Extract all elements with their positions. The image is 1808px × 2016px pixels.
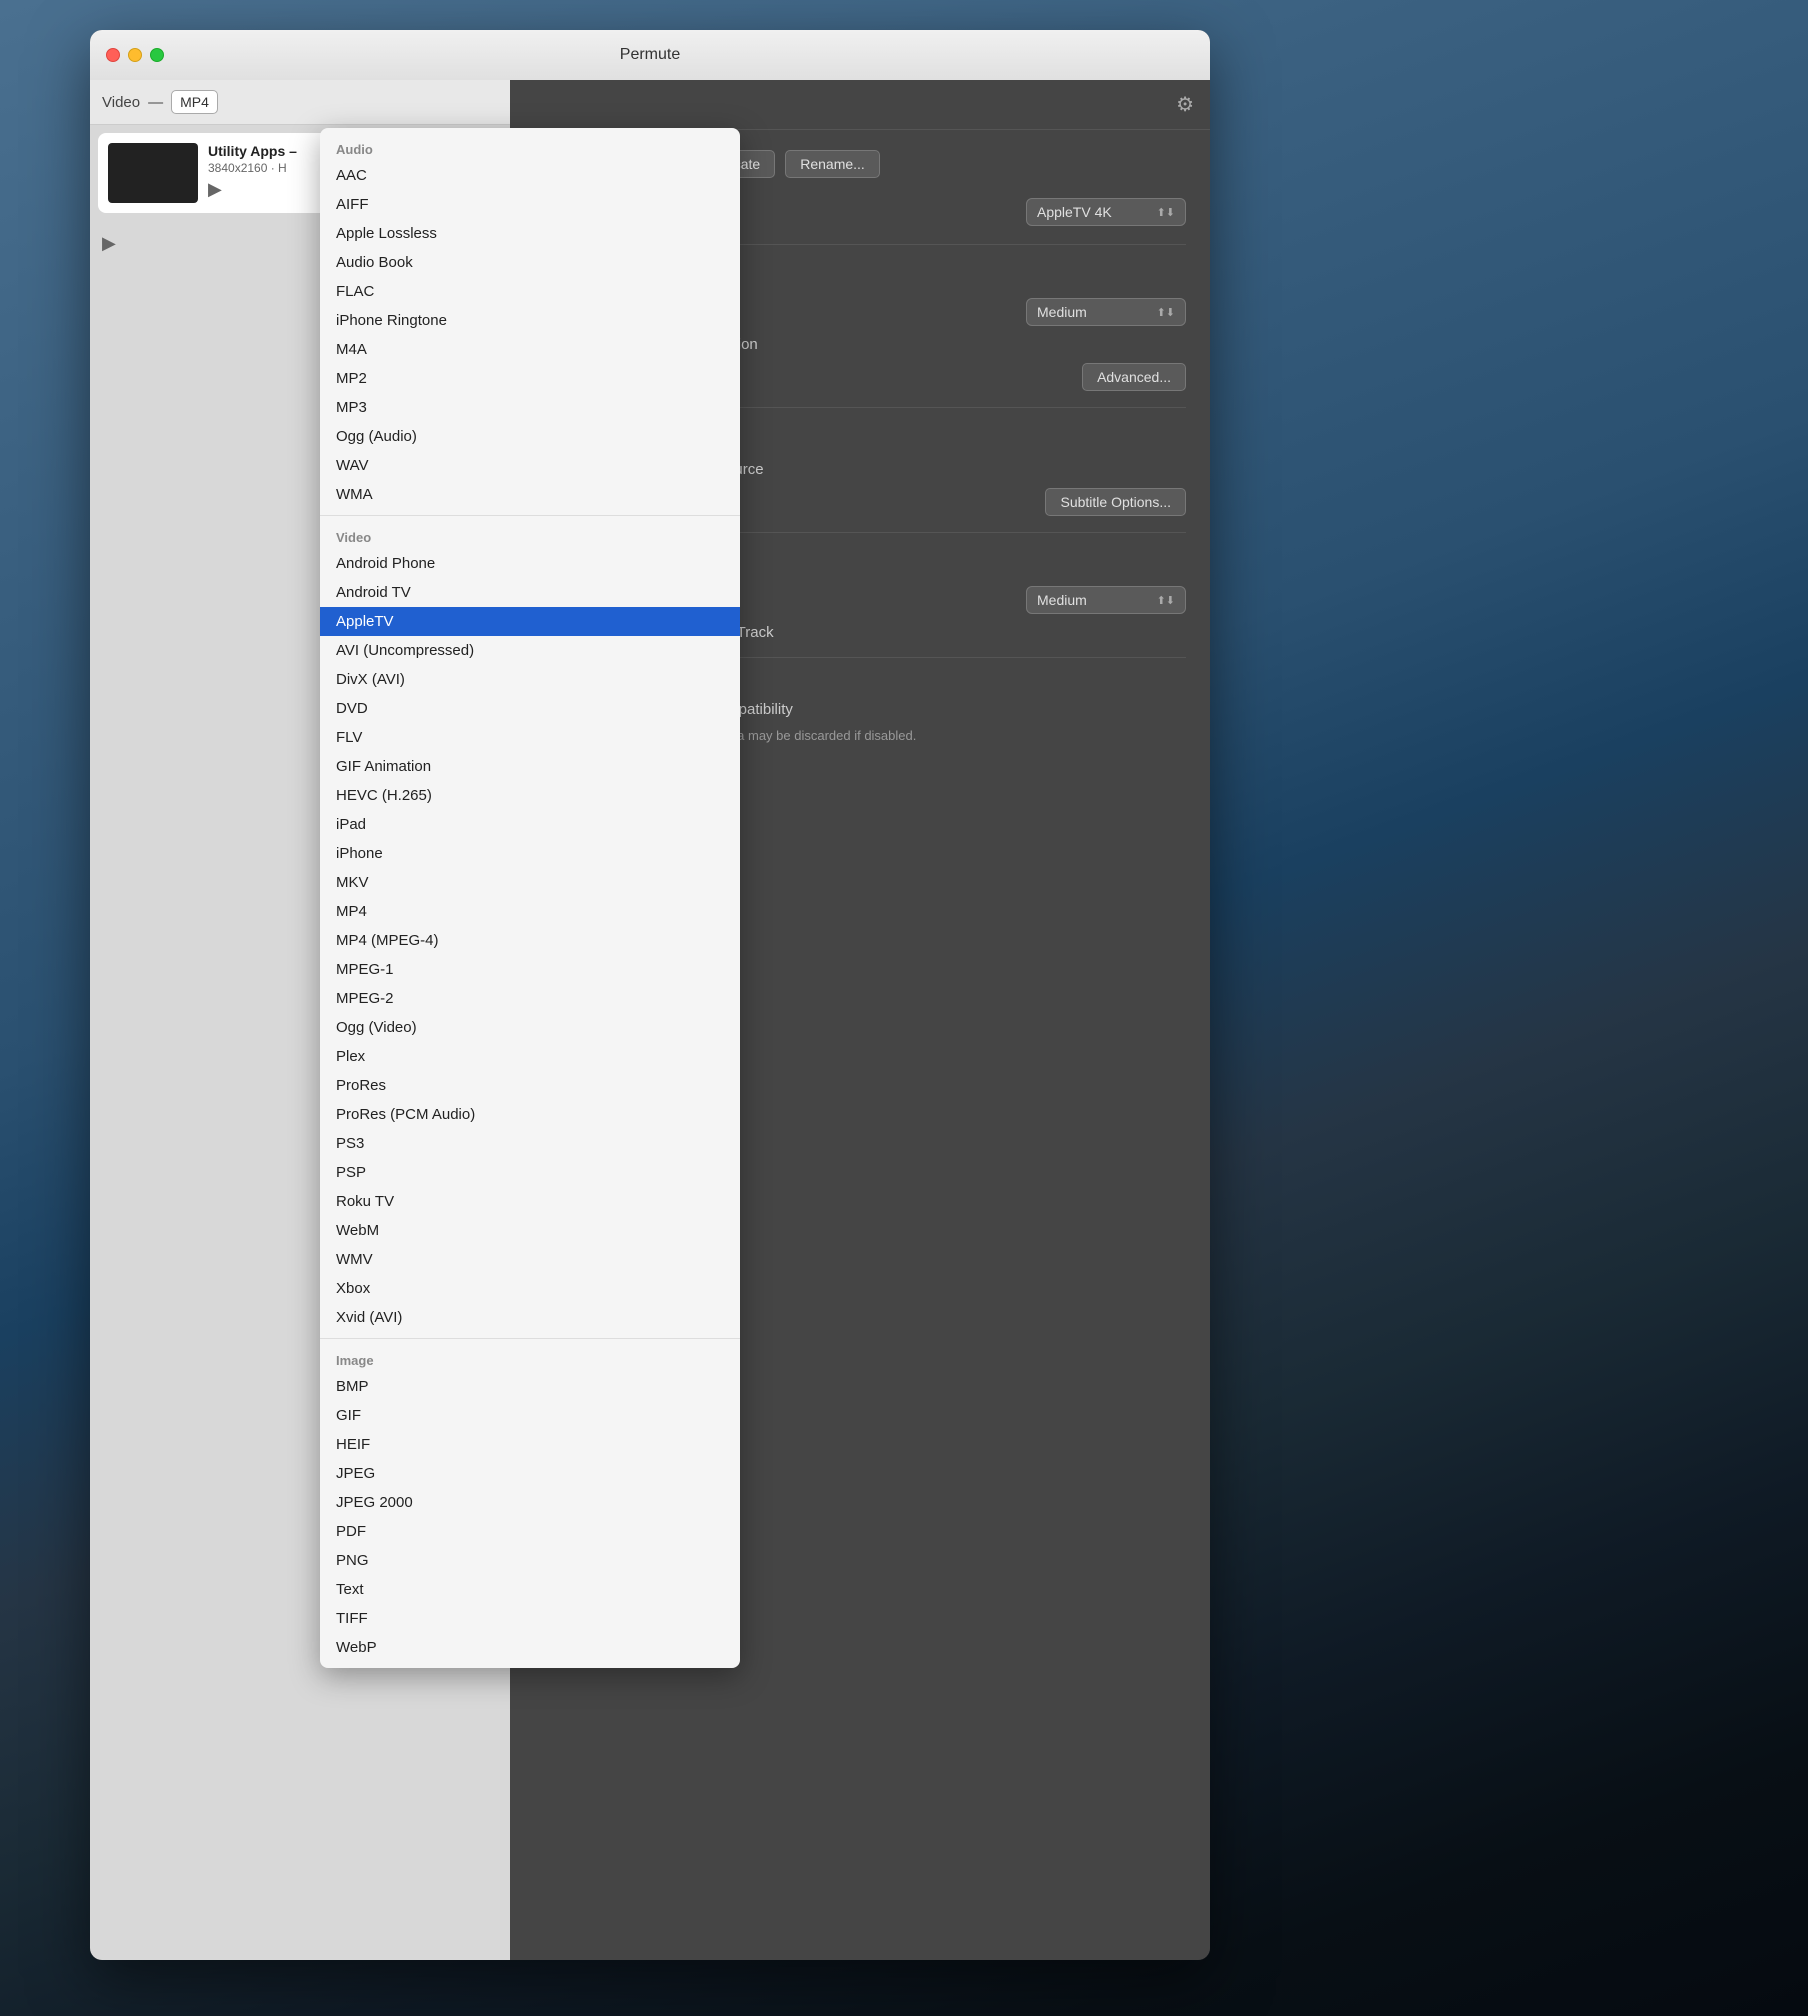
menu-item-wmv[interactable]: WMV — [320, 1245, 740, 1274]
menu-item-apple-lossless[interactable]: Apple Lossless — [320, 219, 740, 248]
menu-item-text[interactable]: Text — [320, 1575, 740, 1604]
chevron-up-down-icon: ⬆⬇ — [1157, 206, 1175, 219]
menu-item-iphone[interactable]: iPhone — [320, 839, 740, 868]
menu-item-iphone-ringtone[interactable]: iPhone Ringtone — [320, 306, 740, 335]
menu-item-divx-avi[interactable]: DivX (AVI) — [320, 665, 740, 694]
menu-item-prores[interactable]: ProRes — [320, 1071, 740, 1100]
main-window: Permute Video — MP4 Utility Apps – 3840x… — [90, 30, 1210, 1960]
menu-item-aac[interactable]: AAC — [320, 161, 740, 190]
audio-quality-select[interactable]: Medium ⬆⬇ — [1026, 586, 1186, 614]
menu-item-plex[interactable]: Plex — [320, 1042, 740, 1071]
menu-item-mpeg1[interactable]: MPEG-1 — [320, 955, 740, 984]
menu-item-roku-tv[interactable]: Roku TV — [320, 1187, 740, 1216]
menu-item-ps3[interactable]: PS3 — [320, 1129, 740, 1158]
menu-item-xbox[interactable]: Xbox — [320, 1274, 740, 1303]
menu-item-tiff[interactable]: TIFF — [320, 1604, 740, 1633]
menu-item-aiff[interactable]: AIFF — [320, 190, 740, 219]
menu-item-m4a[interactable]: M4A — [320, 335, 740, 364]
menu-item-pdf[interactable]: PDF — [320, 1517, 740, 1546]
dropdown-scroll[interactable]: Audio AAC AIFF Apple Lossless Audio Book… — [320, 134, 740, 1662]
fullscreen-button[interactable] — [150, 48, 164, 62]
menu-item-bmp[interactable]: BMP — [320, 1372, 740, 1401]
device-select[interactable]: AppleTV 4K ⬆⬇ — [1026, 198, 1186, 226]
video-quality-chevron-icon: ⬆⬇ — [1157, 306, 1175, 319]
menu-item-flac[interactable]: FLAC — [320, 277, 740, 306]
menu-item-ogg-audio[interactable]: Ogg (Audio) — [320, 422, 740, 451]
menu-item-mpeg2[interactable]: MPEG-2 — [320, 984, 740, 1013]
menu-item-heif[interactable]: HEIF — [320, 1430, 740, 1459]
menu-item-gif-animation[interactable]: GIF Animation — [320, 752, 740, 781]
menu-item-ogg-video[interactable]: Ogg (Video) — [320, 1013, 740, 1042]
menu-item-mp3[interactable]: MP3 — [320, 393, 740, 422]
menu-item-webm[interactable]: WebM — [320, 1216, 740, 1245]
menu-item-audio-book[interactable]: Audio Book — [320, 248, 740, 277]
menu-item-mkv[interactable]: MKV — [320, 868, 740, 897]
menu-item-hevc[interactable]: HEVC (H.265) — [320, 781, 740, 810]
video-quality-select[interactable]: Medium ⬆⬇ — [1026, 298, 1186, 326]
format-label: Video — [102, 94, 140, 111]
menu-item-dvd[interactable]: DVD — [320, 694, 740, 723]
menu-item-jpeg[interactable]: JPEG — [320, 1459, 740, 1488]
rename-button[interactable]: Rename... — [785, 150, 880, 178]
menu-item-xvid-avi[interactable]: Xvid (AVI) — [320, 1303, 740, 1332]
traffic-lights — [106, 48, 164, 62]
format-header: Video — MP4 — [90, 80, 510, 125]
format-separator: — — [148, 94, 163, 111]
menu-item-appletv[interactable]: AppleTV — [320, 607, 740, 636]
menu-item-mp2[interactable]: MP2 — [320, 364, 740, 393]
format-dropdown[interactable]: MP4 — [171, 90, 218, 114]
menu-item-flv[interactable]: FLV — [320, 723, 740, 752]
format-dropdown-menu[interactable]: Audio AAC AIFF Apple Lossless Audio Book… — [320, 128, 740, 1668]
gear-icon[interactable]: ⚙ — [1176, 92, 1194, 117]
audio-quality-value: Medium — [1037, 592, 1087, 608]
menu-item-png[interactable]: PNG — [320, 1546, 740, 1575]
settings-top-bar: ⚙ — [510, 80, 1210, 130]
play-button-2[interactable]: ▶ — [102, 233, 116, 254]
app-body: Video — MP4 Utility Apps – 3840x2160 · H… — [90, 80, 1210, 1960]
menu-divider-2 — [320, 1338, 740, 1339]
menu-item-psp[interactable]: PSP — [320, 1158, 740, 1187]
menu-item-mp4[interactable]: MP4 — [320, 897, 740, 926]
menu-item-webp[interactable]: WebP — [320, 1633, 740, 1662]
close-button[interactable] — [106, 48, 120, 62]
title-bar: Permute — [90, 30, 1210, 80]
menu-item-mp4-mpeg4[interactable]: MP4 (MPEG-4) — [320, 926, 740, 955]
minimize-button[interactable] — [128, 48, 142, 62]
menu-item-wma[interactable]: WMA — [320, 480, 740, 509]
menu-item-gif[interactable]: GIF — [320, 1401, 740, 1430]
menu-item-prores-pcm[interactable]: ProRes (PCM Audio) — [320, 1100, 740, 1129]
menu-item-android-tv[interactable]: Android TV — [320, 578, 740, 607]
menu-item-jpeg-2000[interactable]: JPEG 2000 — [320, 1488, 740, 1517]
menu-item-avi-uncompressed[interactable]: AVI (Uncompressed) — [320, 636, 740, 665]
file-thumbnail — [108, 143, 198, 203]
video-section-label: Video — [320, 522, 740, 549]
subtitle-options-button[interactable]: Subtitle Options... — [1045, 488, 1186, 516]
device-value: AppleTV 4K — [1037, 204, 1112, 220]
menu-divider-1 — [320, 515, 740, 516]
video-quality-value: Medium — [1037, 304, 1087, 320]
menu-item-android-phone[interactable]: Android Phone — [320, 549, 740, 578]
advanced-button[interactable]: Advanced... — [1082, 363, 1186, 391]
audio-quality-chevron-icon: ⬆⬇ — [1157, 594, 1175, 607]
audio-section-label: Audio — [320, 134, 740, 161]
image-section-label: Image — [320, 1345, 740, 1372]
window-title: Permute — [620, 46, 680, 64]
menu-item-ipad[interactable]: iPad — [320, 810, 740, 839]
menu-item-wav[interactable]: WAV — [320, 451, 740, 480]
